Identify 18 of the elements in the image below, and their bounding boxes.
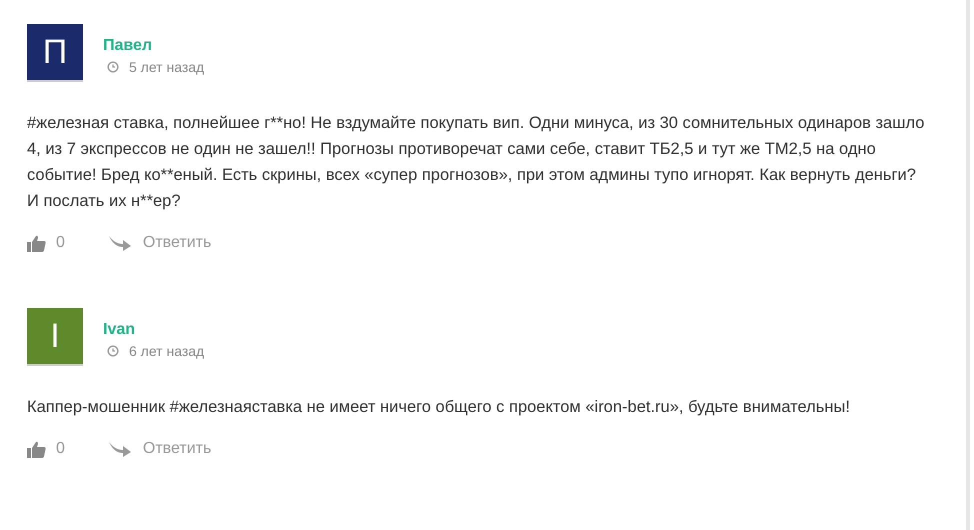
- reply-arrow-icon: [108, 235, 131, 251]
- reply-link[interactable]: Ответить: [142, 440, 212, 458]
- avatar: П: [27, 24, 83, 82]
- author-name: Павел: [103, 37, 154, 55]
- comment-time: 6 лет назад: [129, 343, 204, 359]
- comment-text: #железная ставка, полнейшее г**но! Не вздумайте покупать вип. Одни минуса, из 30 сомнительных одинаров зашло 4, из 7 экспрессов не один не зашел!! Прогнозы противоречат сами себе, ставит ТБ2,5 и тут же ТМ2,5 на одно событие! Бред ко**еный. Есть скрины, всех «супер прогнозов», при этом админы тупо игнорят. Как вернуть деньги? И послать их н**ер?: [27, 113, 926, 212]
- thumbs-up-icon[interactable]: [27, 440, 46, 458]
- comment-text: Каппер-мошенник #железнаяставка не имеет ничего общего с проектом «iron-bet.ru», будьте внимательны!: [27, 397, 851, 418]
- like-count: 0: [56, 440, 65, 458]
- reply-arrow-icon: [108, 441, 131, 457]
- reply-link[interactable]: Ответить: [142, 234, 212, 252]
- thumbs-up-icon[interactable]: [27, 234, 46, 252]
- like-count: 0: [56, 234, 65, 252]
- clock-icon: [107, 61, 119, 73]
- author-name: Ivan: [103, 321, 136, 339]
- avatar: I: [27, 308, 83, 366]
- clock-icon: [107, 345, 119, 357]
- comment-time: 5 лет назад: [129, 59, 204, 75]
